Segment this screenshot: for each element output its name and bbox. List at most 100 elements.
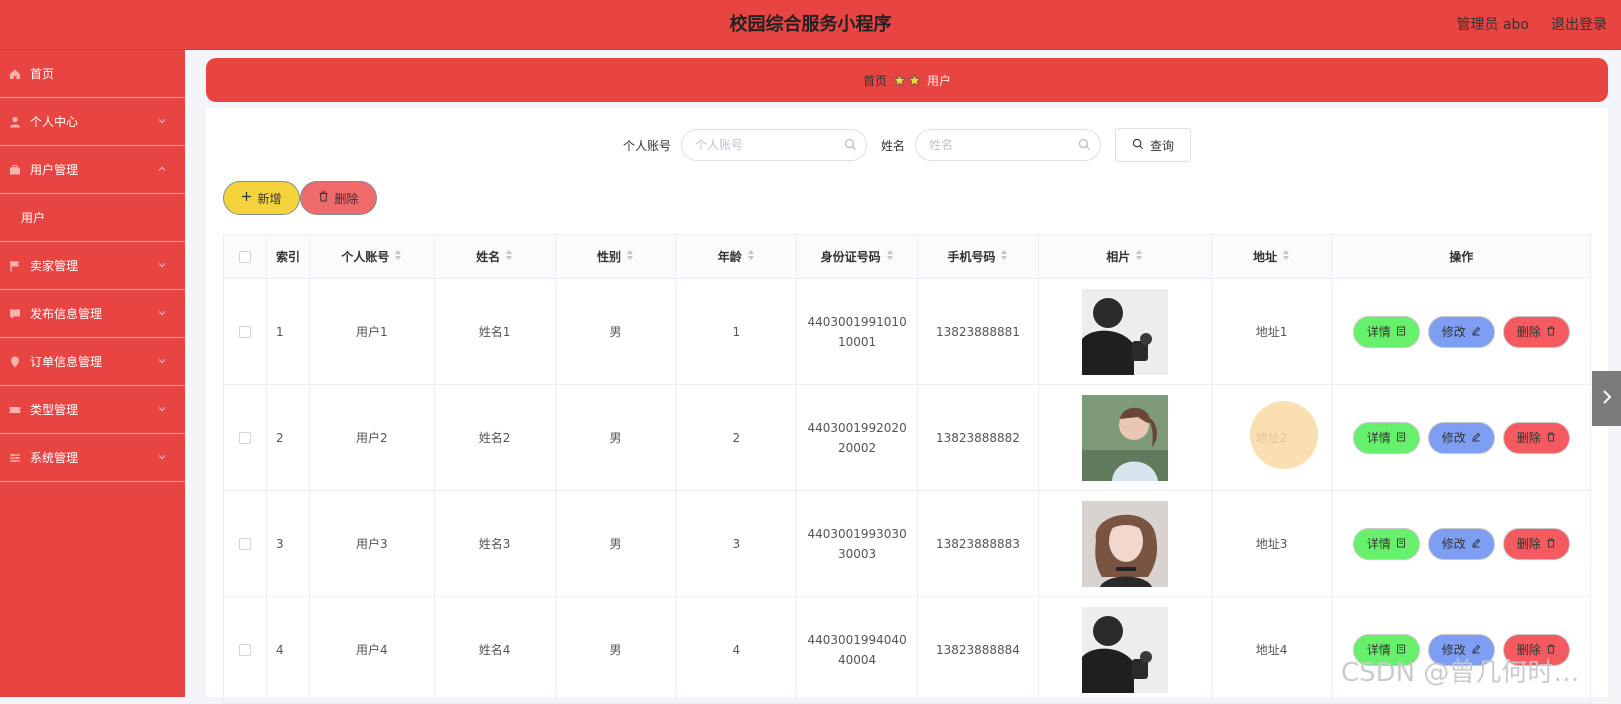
- sidebar-item-post-management[interactable]: 发布信息管理: [0, 290, 185, 338]
- idcard-text: 440300199404040004: [807, 632, 907, 667]
- chevron-down-icon: [157, 451, 167, 465]
- cell-gender: 男: [556, 491, 677, 596]
- cell-ops: 详情 修改 删除: [1332, 491, 1590, 596]
- edit-button-label: 修改: [1441, 431, 1466, 445]
- select-all-checkbox[interactable]: [238, 250, 251, 263]
- chevron-down-icon: [157, 355, 167, 369]
- header-label: 个人账号: [341, 250, 390, 264]
- sort-icon[interactable]: [626, 249, 634, 264]
- row-checkbox-cell: [224, 597, 267, 702]
- header-idcard[interactable]: 身份证号码: [797, 235, 919, 278]
- sidebar-item-personal-center[interactable]: 个人中心: [0, 98, 185, 146]
- cell-idcard: 440300199404040004: [797, 597, 919, 702]
- cell-ops: 详情 修改 删除: [1332, 279, 1590, 384]
- sort-icon[interactable]: [1135, 249, 1143, 264]
- delete-button[interactable]: 删除: [1502, 527, 1570, 560]
- row-checkbox[interactable]: [238, 431, 251, 444]
- header-photo[interactable]: 相片: [1039, 235, 1212, 278]
- sort-icon[interactable]: [1282, 249, 1290, 264]
- edit-button-label: 修改: [1441, 325, 1466, 339]
- cell-address: 地址4: [1212, 597, 1333, 702]
- pencil-icon: [1471, 431, 1481, 445]
- sort-icon[interactable]: [747, 249, 755, 264]
- cell-phone: 13823888883: [918, 491, 1039, 596]
- main-panel: 个人账号 姓名 查询 新增: [206, 108, 1608, 704]
- name-search-input[interactable]: [916, 130, 1101, 160]
- chat-icon: [8, 307, 22, 321]
- user-photo[interactable]: [1081, 606, 1168, 693]
- trash-icon: [318, 191, 329, 205]
- header-account[interactable]: 个人账号: [310, 235, 435, 278]
- chevron-right-icon: [1600, 388, 1614, 410]
- detail-button[interactable]: 详情: [1352, 421, 1420, 454]
- row-checkbox[interactable]: [238, 643, 251, 656]
- user-photo[interactable]: [1081, 500, 1168, 587]
- sidebar: 首页 个人中心 用户管理 用户 卖家管理 发布信息管理 订单信息管理 类型管理 …: [0, 50, 185, 697]
- row-checkbox[interactable]: [238, 325, 251, 338]
- sidebar-item-system-management[interactable]: 系统管理: [0, 434, 185, 482]
- chevron-down-icon: [157, 307, 167, 321]
- row-checkbox[interactable]: [238, 537, 251, 550]
- sidebar-item-user-management[interactable]: 用户管理: [0, 146, 185, 194]
- sort-icon[interactable]: [1000, 249, 1008, 264]
- header-label: 身份证号码: [820, 250, 881, 264]
- cell-address: 地址2: [1212, 385, 1333, 490]
- table-row: 3 用户3 姓名3 男 3 440300199303030003 1382388…: [224, 491, 1590, 597]
- sidebar-item-seller-management[interactable]: 卖家管理: [0, 242, 185, 290]
- cell-account: 用户3: [310, 491, 435, 596]
- add-button[interactable]: 新增: [223, 181, 300, 215]
- row-checkbox-cell: [224, 385, 267, 490]
- detail-button-label: 详情: [1366, 325, 1391, 339]
- location-icon: [8, 355, 22, 369]
- table-header-row: 索引 个人账号 姓名 性别 年龄 身份证号码 手机号码 相片 地址 操作: [224, 235, 1590, 279]
- cell-phone: 13823888881: [918, 279, 1039, 384]
- header-label: 地址: [1253, 250, 1278, 264]
- sort-icon[interactable]: [886, 249, 894, 264]
- header-gender[interactable]: 性别: [556, 235, 677, 278]
- idcard-text: 440300199202020002: [807, 420, 907, 455]
- batch-delete-button[interactable]: 删除: [300, 181, 377, 215]
- admin-label: 管理员 abo: [1456, 17, 1529, 33]
- sidebar-item-home[interactable]: 首页: [0, 50, 185, 98]
- delete-button-label: 删除: [1516, 537, 1541, 551]
- breadcrumb-home[interactable]: 首页: [863, 72, 887, 89]
- cell-account: 用户4: [310, 597, 435, 702]
- account-search-input[interactable]: [682, 130, 866, 160]
- edit-button[interactable]: 修改: [1427, 315, 1495, 348]
- detail-button-label: 详情: [1366, 537, 1391, 551]
- cell-phone: 13823888882: [918, 385, 1039, 490]
- sidebar-item-label: 类型管理: [30, 403, 79, 417]
- delete-button[interactable]: 删除: [1502, 421, 1570, 454]
- search-icon: [1078, 138, 1091, 154]
- delete-button[interactable]: 删除: [1502, 315, 1570, 348]
- logout-link[interactable]: 退出登录: [1551, 0, 1607, 50]
- sort-icon[interactable]: [394, 249, 402, 264]
- edit-button[interactable]: 修改: [1427, 527, 1495, 560]
- search-bar: 个人账号 姓名 查询: [206, 128, 1608, 162]
- sidebar-subitem-users[interactable]: 用户: [0, 194, 185, 242]
- header-age[interactable]: 年龄: [676, 235, 798, 278]
- user-photo[interactable]: [1081, 288, 1168, 375]
- query-button-label: 查询: [1150, 138, 1175, 153]
- breadcrumb-separator: [893, 73, 921, 87]
- sort-icon[interactable]: [505, 249, 513, 264]
- user-photo[interactable]: [1081, 394, 1168, 481]
- edit-button[interactable]: 修改: [1427, 421, 1495, 454]
- cell-photo: [1039, 597, 1212, 702]
- app-header: 校园综合服务小程序 管理员 abo 退出登录: [0, 0, 1621, 50]
- detail-button[interactable]: 详情: [1352, 527, 1420, 560]
- batch-delete-button-label: 删除: [334, 191, 359, 206]
- sidebar-item-type-management[interactable]: 类型管理: [0, 386, 185, 434]
- document-icon: [1396, 537, 1406, 551]
- header-phone[interactable]: 手机号码: [918, 235, 1039, 278]
- header-name[interactable]: 姓名: [435, 235, 556, 278]
- sidebar-item-order-management[interactable]: 订单信息管理: [0, 338, 185, 386]
- cell-ops: 详情 修改 删除: [1332, 385, 1590, 490]
- detail-button[interactable]: 详情: [1352, 315, 1420, 348]
- chevron-up-icon: [157, 163, 167, 177]
- drawer-toggle[interactable]: [1592, 371, 1621, 426]
- cell-name: 姓名2: [435, 385, 556, 490]
- query-button[interactable]: 查询: [1115, 128, 1192, 162]
- header-address[interactable]: 地址: [1212, 235, 1333, 278]
- action-row: 新增 删除: [223, 181, 377, 215]
